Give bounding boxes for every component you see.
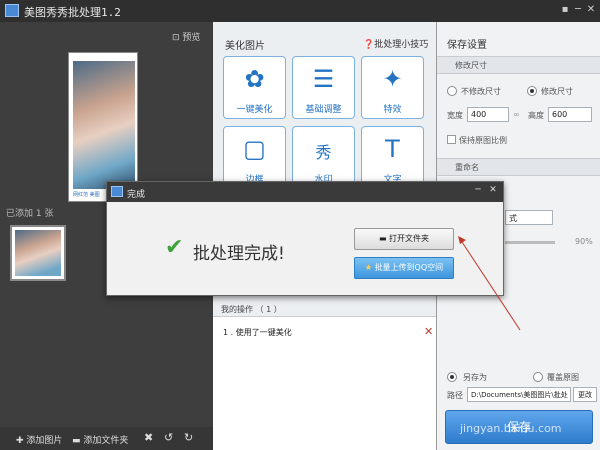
- save-settings-title: 保存设置: [447, 40, 487, 51]
- quality-slider[interactable]: [505, 241, 555, 244]
- no-resize-label: 不修改尺寸: [461, 87, 501, 96]
- preview-icon: ⊡: [172, 33, 180, 43]
- magic-wand-icon: ✦: [382, 65, 403, 93]
- minimize-button[interactable]: ─: [571, 3, 585, 17]
- upload-qzone-button[interactable]: ★ 批量上传到QQ空间: [354, 257, 454, 279]
- sliders-icon: ☰: [312, 65, 335, 93]
- add-folder-button[interactable]: ▬ 添加文件夹: [72, 433, 128, 446]
- title-bar: 美图秀秀批处理1.2 ▪ ─ ✕: [0, 0, 600, 22]
- resize-label: 修改尺寸: [541, 87, 573, 96]
- preview-caption: 网红范 美图: [73, 192, 100, 198]
- dialog-minimize-button[interactable]: ─: [472, 185, 484, 195]
- dialog-app-icon: [111, 186, 123, 197]
- link-icon[interactable]: ∞: [513, 110, 520, 119]
- folder-icon: ▬: [72, 436, 84, 446]
- height-input[interactable]: 600: [548, 107, 592, 122]
- list-item: 1 . 使用了一键美化: [223, 328, 292, 337]
- preview-photo: [73, 61, 135, 189]
- menu-icon[interactable]: ▪: [558, 3, 572, 17]
- resize-section-header[interactable]: 修改尺寸: [437, 56, 600, 74]
- added-count: 已添加 1 张: [6, 209, 54, 219]
- completion-dialog: 完成 ─ ✕ ✔ 批处理完成! ▬ 打开文件夹 ★ 批量上传到QQ空间: [106, 181, 504, 296]
- rotate-right-icon[interactable]: ↻: [184, 431, 193, 444]
- tips-link[interactable]: ❓批处理小技巧: [363, 37, 428, 50]
- width-label: 宽度: [447, 111, 463, 120]
- open-folder-button[interactable]: ▬ 打开文件夹: [354, 228, 454, 250]
- close-button[interactable]: ✕: [584, 3, 598, 17]
- overwrite-radio[interactable]: [533, 372, 543, 382]
- frame-icon: ▢: [243, 135, 266, 163]
- rotate-left-icon[interactable]: ↺: [164, 431, 173, 444]
- preview-phone: 网红范 美图: [68, 52, 138, 202]
- save-as-label: 另存为: [463, 373, 487, 382]
- add-image-button[interactable]: ✚ 添加图片: [16, 433, 62, 446]
- window-title: 美图秀秀批处理1.2: [24, 6, 121, 19]
- resize-radio[interactable]: [527, 86, 537, 96]
- dialog-title: 完成: [127, 190, 146, 200]
- folder-icon: ▬: [378, 234, 390, 243]
- tool-basic-adjust[interactable]: ☰ 基础调整: [292, 56, 355, 119]
- tool-watermark[interactable]: 秀 水印: [292, 126, 355, 189]
- dialog-title-bar: 完成 ─ ✕: [107, 182, 503, 202]
- tool-frame[interactable]: ▢ 边框: [223, 126, 286, 189]
- image-thumbnail[interactable]: [10, 225, 66, 281]
- watermark: jingyan.baidu.com: [460, 422, 562, 435]
- rename-section-header[interactable]: 重命名: [437, 158, 600, 176]
- operations-list: 1 . 使用了一键美化 ✕: [213, 316, 436, 450]
- overwrite-label: 覆盖原图: [547, 373, 579, 382]
- keep-ratio-checkbox[interactable]: [447, 135, 456, 144]
- panel-title: 美化图片: [225, 41, 265, 52]
- path-input[interactable]: D:\Documents\美图图片\批处: [467, 387, 571, 402]
- completion-message: 批处理完成!: [193, 244, 285, 264]
- quality-value: 90%: [575, 237, 593, 246]
- no-resize-radio[interactable]: [447, 86, 457, 96]
- star-icon: ★: [364, 263, 375, 272]
- watermark-icon: 秀: [315, 143, 332, 162]
- checkmark-icon: ✔: [165, 235, 184, 260]
- remove-operation-icon[interactable]: ✕: [424, 325, 433, 338]
- tool-text[interactable]: T 文字: [361, 126, 424, 189]
- plus-icon: ✚: [16, 436, 27, 446]
- height-label: 高度: [528, 111, 544, 120]
- text-icon: T: [385, 135, 400, 163]
- tool-one-click-beautify[interactable]: ✿ 一键美化: [223, 56, 286, 119]
- save-as-radio[interactable]: [447, 372, 457, 382]
- help-icon: ❓: [363, 40, 375, 50]
- keep-ratio-label: 保持原图比例: [459, 136, 507, 145]
- app-icon: [5, 4, 19, 17]
- tulip-icon: ✿: [244, 65, 265, 93]
- preview-button[interactable]: ⊡ 预览: [172, 30, 200, 43]
- delete-icon[interactable]: ✖: [144, 431, 153, 444]
- operations-title: 我的操作 （ 1 ）: [221, 305, 282, 314]
- change-path-button[interactable]: 更改: [573, 387, 597, 402]
- path-label: 路径: [447, 391, 463, 400]
- width-input[interactable]: 400: [467, 107, 509, 122]
- format-select[interactable]: 式: [505, 210, 553, 225]
- tool-effects[interactable]: ✦ 特效: [361, 56, 424, 119]
- left-bottom-bar: ✚ 添加图片 ▬ 添加文件夹 ✖ ↺ ↻: [0, 427, 213, 450]
- dialog-close-button[interactable]: ✕: [487, 185, 499, 195]
